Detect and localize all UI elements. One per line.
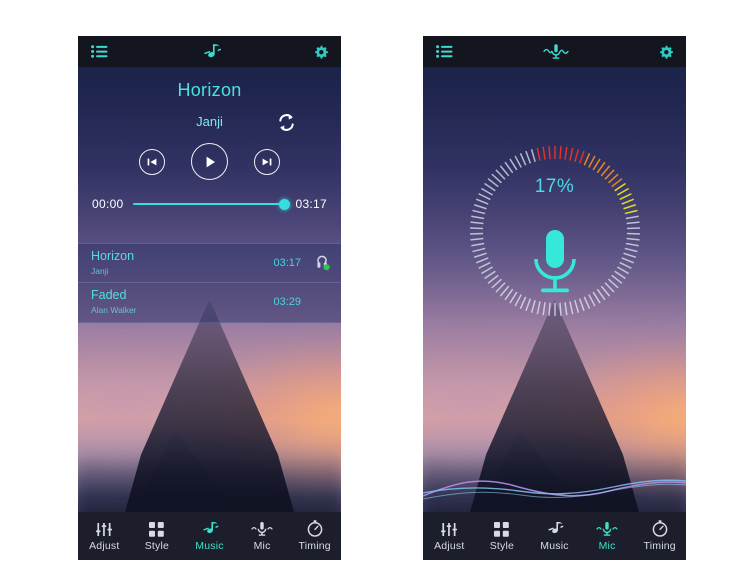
skip-previous-icon[interactable] [139, 148, 165, 175]
nav-item-label: Mic [598, 540, 616, 552]
mic-level-value: 17% [534, 176, 575, 197]
music-note-icon [545, 520, 564, 537]
list-item-artist: Janji [91, 266, 109, 276]
nav-item-label: Style [144, 540, 170, 552]
grid-icon [494, 520, 510, 537]
now-playing-section: Horizon Janji 00:00 03:17 [78, 67, 341, 211]
music-note-icon [200, 520, 219, 537]
speaker-playing-icon [314, 253, 331, 276]
progress-section: 00:00 03:17 [78, 197, 341, 211]
stopwatch-icon [652, 520, 668, 537]
microphone-icon[interactable] [527, 228, 583, 301]
nav-item-label: Style [489, 540, 515, 552]
right-topbar [423, 36, 686, 67]
gear-icon[interactable] [659, 45, 673, 59]
sliders-icon [96, 520, 113, 537]
gear-icon[interactable] [314, 45, 328, 59]
nav-item-adjust[interactable]: Adjust [423, 520, 476, 552]
nav-item-label: Music [540, 540, 569, 552]
sliders-icon [441, 520, 458, 537]
music-note-icon[interactable] [200, 42, 222, 62]
music-screen-phone: Horizon Janji 00:00 03:17 Horizon Janji … [78, 36, 341, 560]
list-item-duration: 03:29 [273, 296, 301, 308]
left-topbar [78, 36, 341, 67]
list-lines-icon[interactable] [91, 45, 108, 58]
nav-item-timing[interactable]: Timing [288, 520, 341, 552]
nav-item-label: Timing [643, 540, 676, 552]
nav-item-music[interactable]: Music [183, 520, 236, 552]
mic-level-dial[interactable]: 17% [468, 144, 642, 318]
bottom-navigation: Adjust Style Music Mic Timing [423, 512, 686, 560]
list-lines-icon[interactable] [436, 45, 453, 58]
elapsed-time: 00:00 [92, 197, 124, 211]
progress-slider[interactable] [132, 197, 291, 211]
skip-next-icon[interactable] [254, 148, 280, 175]
nav-item-music[interactable]: Music [528, 520, 581, 552]
nav-item-style[interactable]: Style [476, 520, 529, 552]
microphone-waves-icon[interactable] [542, 42, 570, 61]
nav-item-mic[interactable]: Mic [236, 520, 289, 552]
list-item-artist: Alan Walker [91, 305, 137, 315]
list-item-title: Horizon [91, 249, 135, 263]
microphone-icon [596, 520, 618, 537]
screenshot-stage: Horizon Janji 00:00 03:17 Horizon Janji … [0, 0, 750, 577]
nav-item-label: Adjust [89, 540, 120, 552]
list-item[interactable]: Faded Alan Walker 03:29 [78, 283, 341, 322]
bottom-navigation: Adjust Style Music Mic Timing [78, 512, 341, 560]
nav-item-timing[interactable]: Timing [633, 520, 686, 552]
grid-icon [149, 520, 165, 537]
nav-item-label: Music [195, 540, 224, 552]
nav-item-label: Mic [253, 540, 271, 552]
nav-item-label: Timing [298, 540, 331, 552]
track-artist: Janji [196, 114, 223, 129]
playback-controls [78, 143, 341, 180]
list-item-duration: 03:17 [273, 257, 301, 269]
total-duration: 03:17 [295, 197, 327, 211]
playlist: Horizon Janji 03:17 Faded Alan Walker 03… [78, 243, 341, 323]
mic-screen-phone: 17% Adjust Style Music Mic Timing [423, 36, 686, 560]
nav-item-adjust[interactable]: Adjust [78, 520, 131, 552]
progress-fill [132, 203, 287, 205]
stopwatch-icon [307, 520, 323, 537]
microphone-icon [251, 520, 273, 537]
nav-item-mic[interactable]: Mic [581, 520, 634, 552]
progress-knob[interactable] [279, 198, 291, 210]
list-item[interactable]: Horizon Janji 03:17 [78, 244, 341, 283]
track-title: Horizon [177, 80, 242, 100]
nav-item-label: Adjust [434, 540, 465, 552]
repeat-icon[interactable] [276, 112, 297, 138]
nav-item-style[interactable]: Style [131, 520, 184, 552]
list-item-title: Faded [91, 288, 127, 302]
play-icon[interactable] [191, 143, 228, 180]
